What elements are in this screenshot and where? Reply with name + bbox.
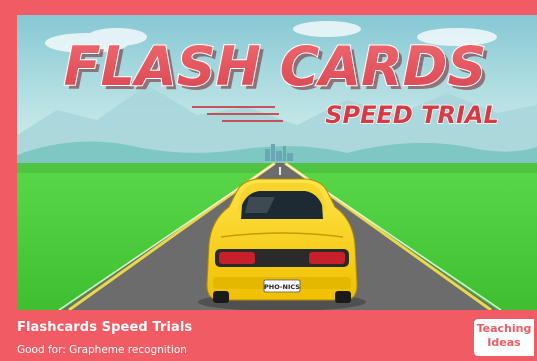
hero-image[interactable]: PHO-NICS FLASH CARDS FLASH CARDS SPEED T… [17, 15, 537, 310]
good-for-text: Good for: Grapheme recognition [17, 344, 187, 356]
badge-line-1: Teaching [476, 322, 532, 335]
headline-group: FLASH CARDS FLASH CARDS [63, 34, 491, 102]
headline: FLASH CARDS [64, 35, 487, 98]
license-plate-text: PHO-NICS [264, 283, 300, 291]
game-card[interactable]: PHO-NICS FLASH CARDS FLASH CARDS SPEED T… [0, 0, 537, 361]
subheadline: SPEED TRIAL [325, 101, 499, 129]
teaching-ideas-badge[interactable]: Teaching Ideas [474, 319, 534, 356]
badge-line-2: Ideas [487, 336, 521, 349]
card-title[interactable]: Flashcards Speed Trials [17, 320, 192, 335]
